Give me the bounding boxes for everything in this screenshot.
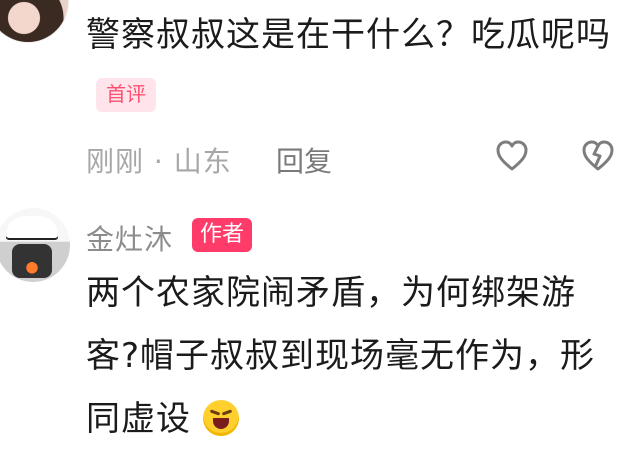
avatar-face (12, 244, 52, 278)
comment-body: 警察叔叔这是在干什么？吃瓜呢吗 (86, 15, 611, 55)
emoji-mouth (212, 417, 229, 429)
reply-button[interactable]: 回复 (276, 140, 332, 180)
author-badge: 作者 (192, 218, 253, 252)
avatar-cap (6, 216, 58, 238)
first-comment-badge: 首评 (96, 77, 156, 112)
avatar[interactable] (0, 0, 68, 42)
author-avatar[interactable] (0, 208, 70, 282)
grinning-face-with-sweat-icon (202, 399, 239, 436)
heart-outline-icon[interactable] (494, 138, 530, 174)
broken-heart-outline-icon[interactable] (580, 138, 616, 174)
comment-body: 两个农家院闹矛盾，为何绑架游客?帽子叔叔到现场毫无作为，形同虚设 (86, 273, 596, 439)
author-name[interactable]: 金灶沐 (86, 218, 173, 258)
comment-meta: 刚刚 · 山东 (86, 145, 232, 178)
comment-text: 警察叔叔这是在干什么？吃瓜呢吗 首评 (86, 4, 626, 130)
comment-text: 两个农家院闹矛盾，为何绑架游客?帽子叔叔到现场毫无作为，形同虚设 (86, 262, 626, 451)
